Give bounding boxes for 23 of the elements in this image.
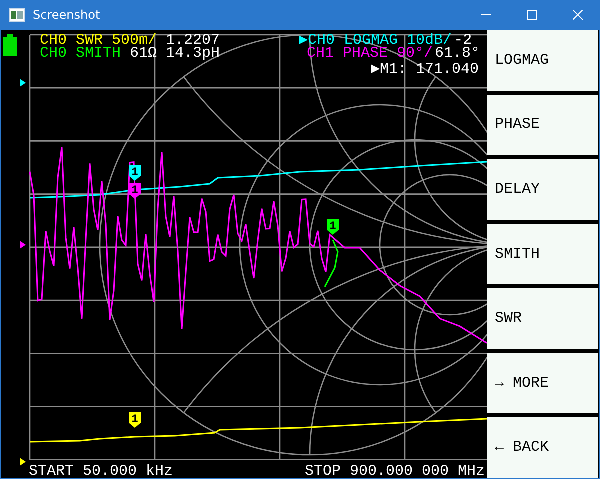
menu-button[interactable]: SWR [487,288,598,349]
menu-button[interactable]: SMITH [487,224,598,284]
trace-value: 61.8° [435,45,480,62]
battery-icon [3,34,17,56]
menu-button[interactable]: ← BACK [487,417,598,478]
menu-button[interactable]: DELAY [487,159,598,220]
maximize-icon[interactable] [527,10,537,20]
trace-value: 61Ω 14.3pH [130,45,220,62]
marker-reading: ▶M1: 171.040 [370,61,479,78]
trace-marker: 1 [129,165,141,181]
menu-button[interactable]: PHASE [487,94,598,156]
menu-button[interactable]: → MORE [487,352,598,414]
trace-marker: 1 [327,219,339,235]
start-frequency: START 50.000 kHz [29,465,174,478]
menu-button[interactable]: LOGMAG [487,30,598,91]
trace-marker: 1 [129,183,141,199]
app-icon [9,8,25,22]
trace-marker: 1 [129,412,141,428]
active-trace-pointer: ▶ [299,32,308,49]
close-icon[interactable] [573,10,583,20]
trace-label: CH0 SMITH [40,45,122,62]
window-title: Screenshot [33,8,102,22]
stop-frequency: STOP 900.000 000 MHz [304,465,485,478]
